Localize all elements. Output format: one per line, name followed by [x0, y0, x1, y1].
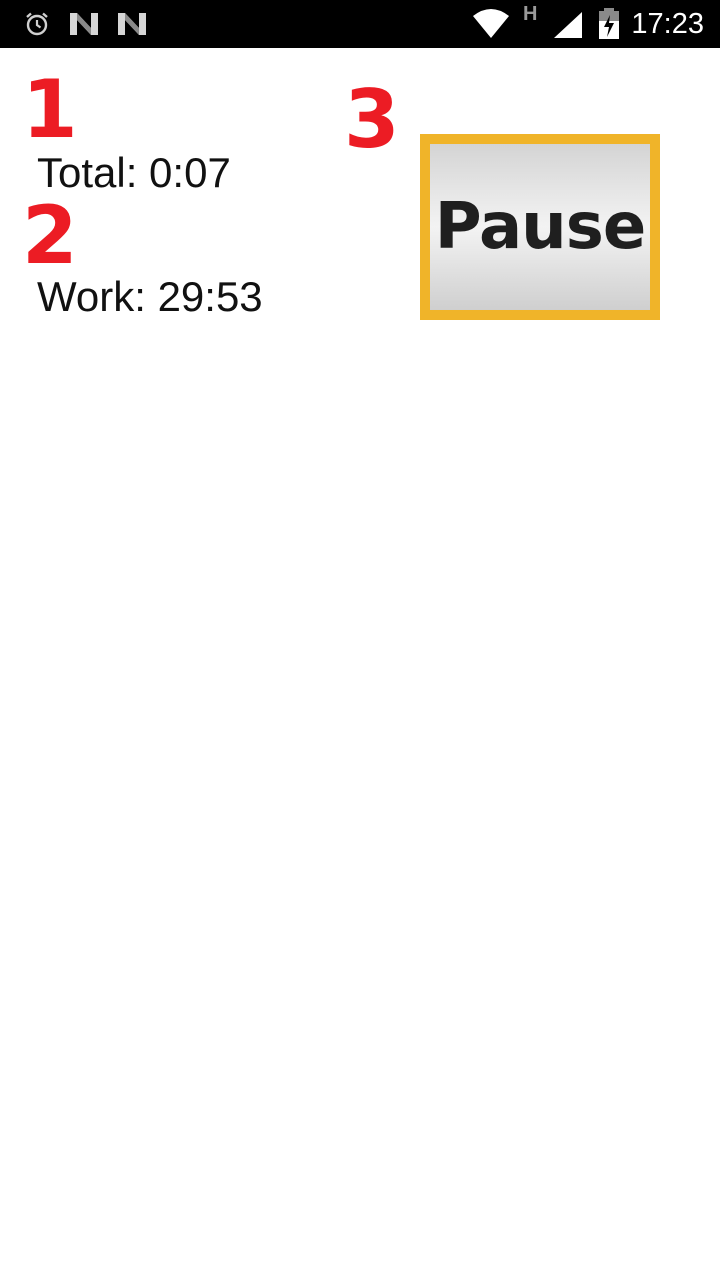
status-bar: H 17:23 — [0, 0, 720, 48]
annotation-marker-3: 3 — [344, 73, 400, 166]
wifi-icon — [473, 9, 509, 38]
pause-button[interactable]: Pause — [420, 134, 660, 320]
network-type-label: H — [523, 3, 538, 25]
pause-button-label: Pause — [434, 190, 646, 264]
work-timer-label: Work: 29:53 — [37, 273, 263, 320]
main-content: 1 Total: 0:07 2 Work: 29:53 3 Pause — [0, 48, 720, 1280]
annotation-marker-2: 2 — [22, 189, 78, 282]
notification-n-icon — [118, 13, 146, 35]
battery-charging-icon — [599, 8, 619, 39]
notification-n-icon — [70, 13, 98, 35]
status-bar-time: 17:23 — [631, 8, 704, 40]
annotation-marker-1: 1 — [22, 63, 78, 156]
cell-signal-icon — [554, 12, 582, 38]
alarm-icon — [26, 12, 48, 36]
